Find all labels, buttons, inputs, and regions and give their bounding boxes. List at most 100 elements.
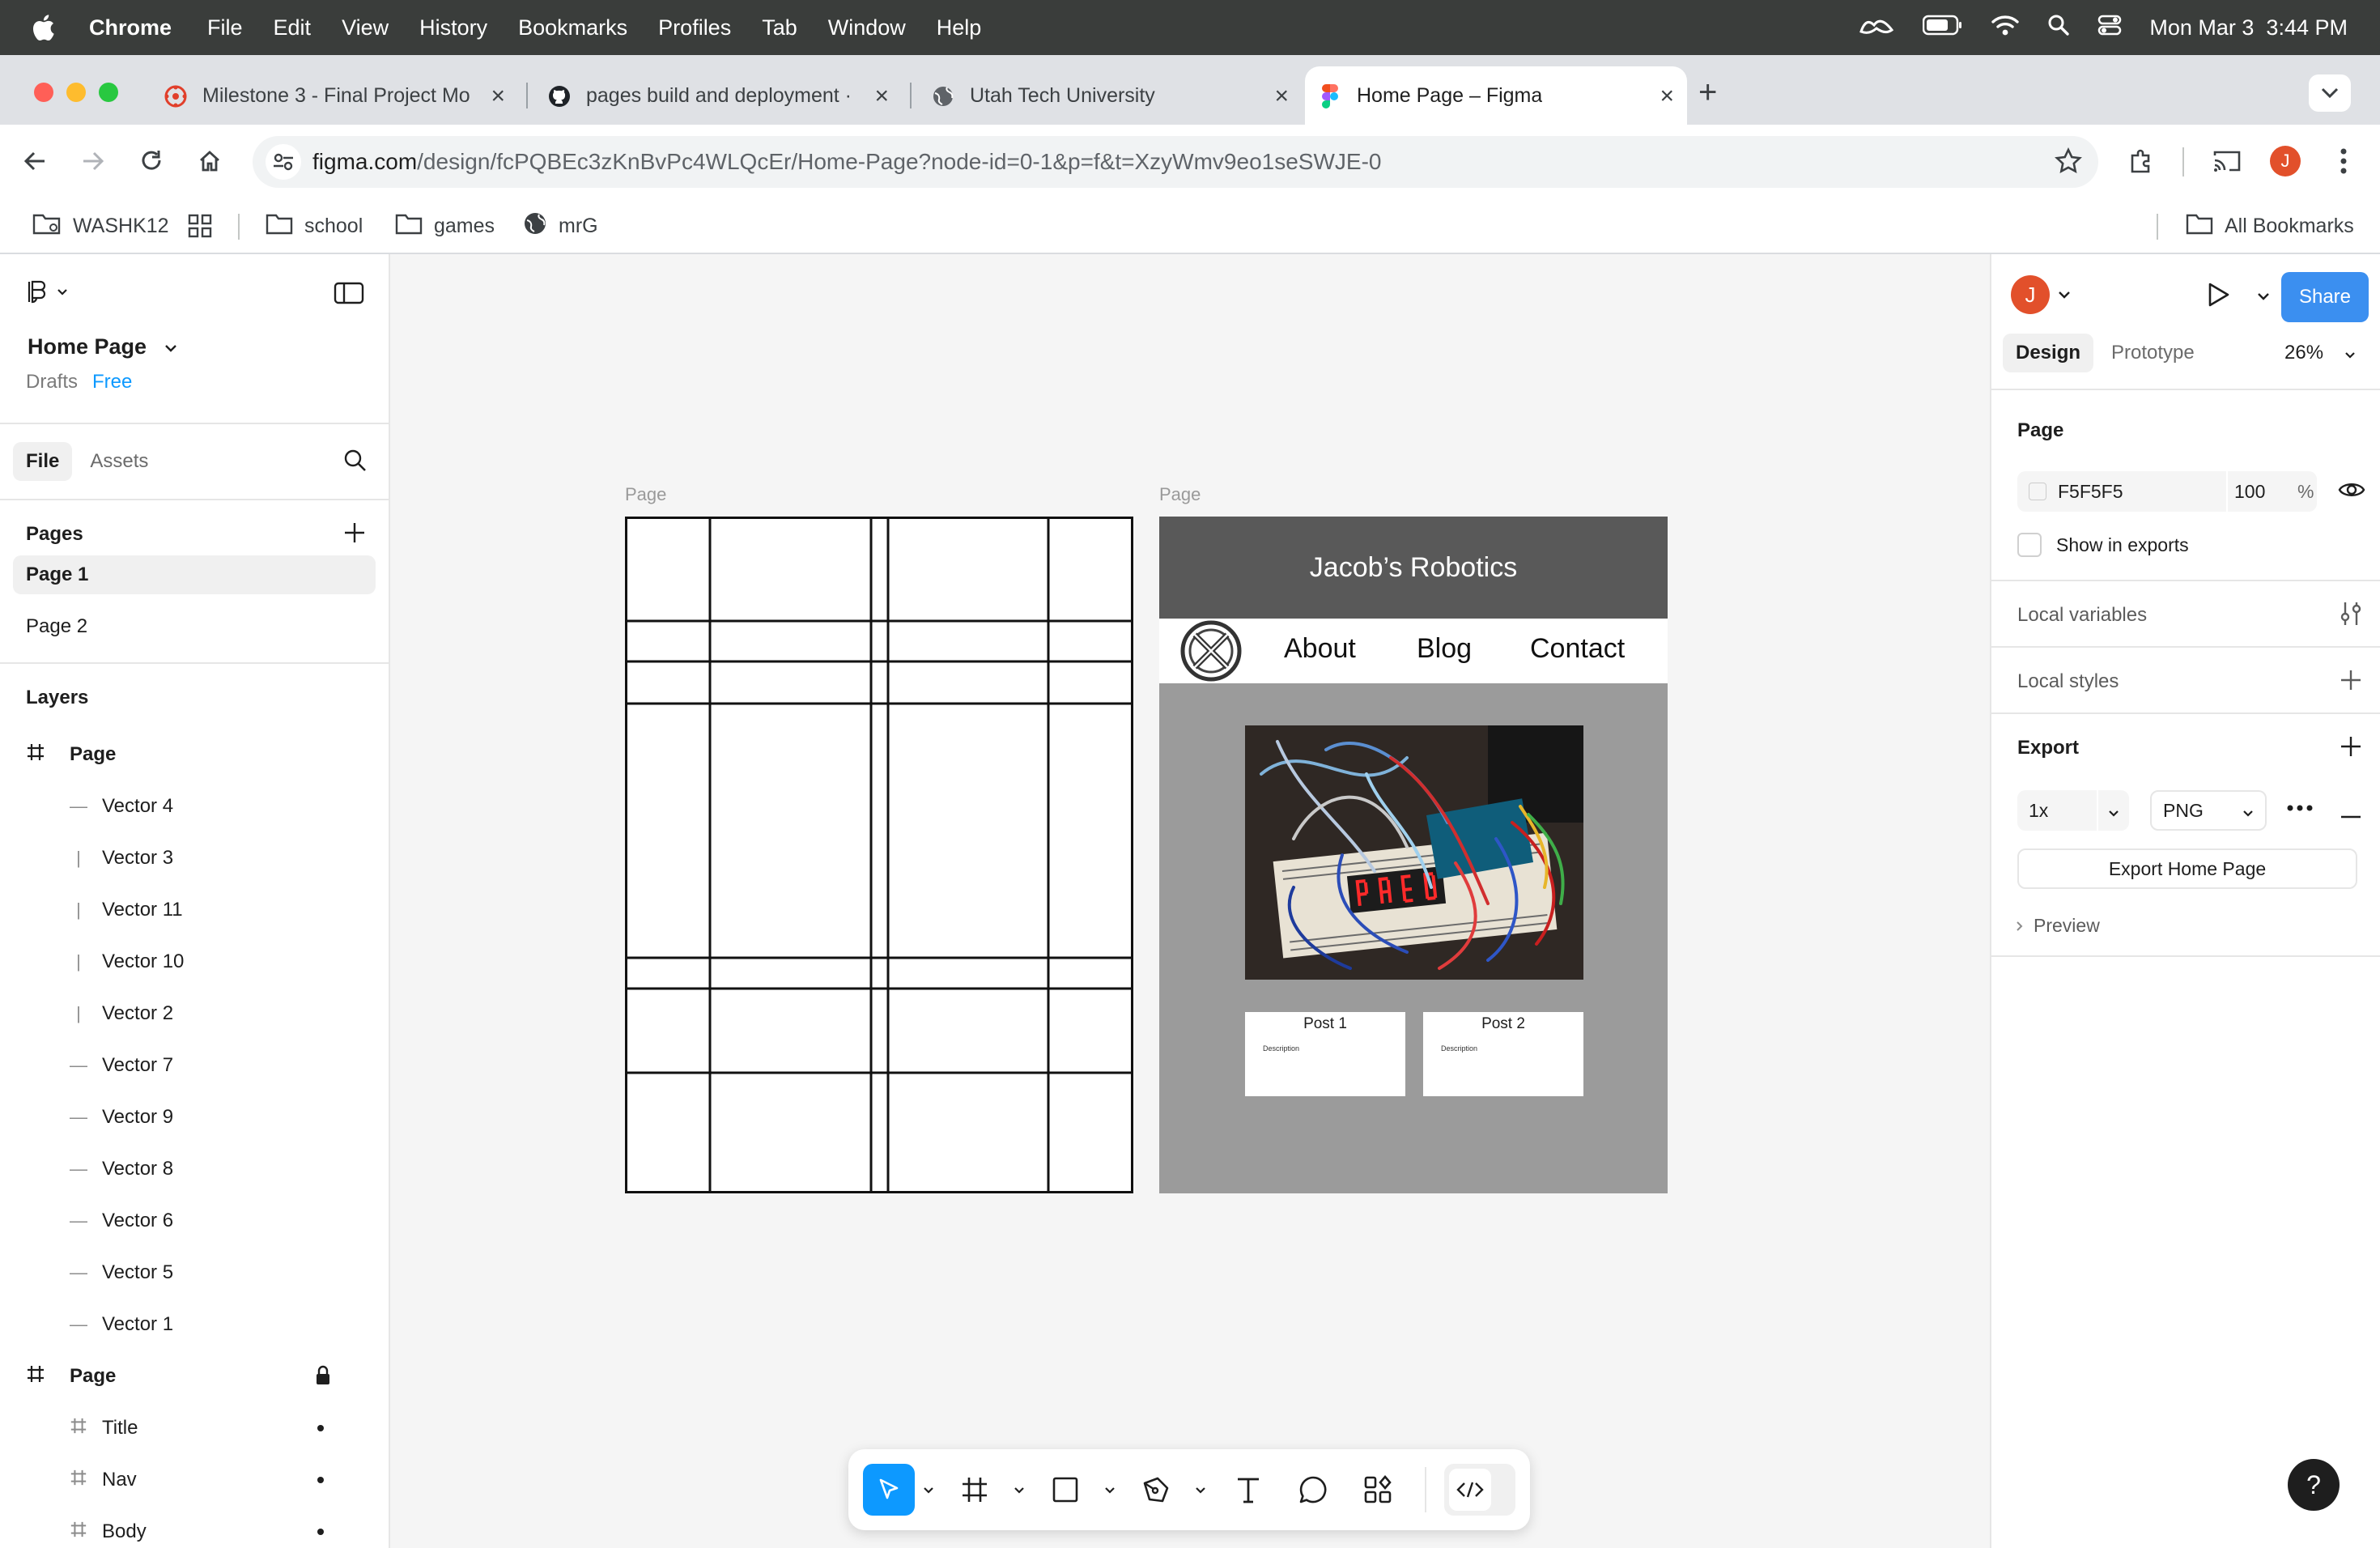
add-page-icon[interactable] xyxy=(343,521,366,550)
move-tool-icon[interactable] xyxy=(863,1464,915,1516)
dev-mode-toggle[interactable] xyxy=(1444,1464,1515,1516)
local-variables-section[interactable]: Local variables xyxy=(1991,581,2380,648)
profile-avatar[interactable]: J xyxy=(2267,142,2304,180)
bookmark-games[interactable]: games xyxy=(395,209,495,243)
page-fill-field[interactable]: F5F5F5 100 % xyxy=(2017,471,2317,512)
tab-figma-home-page[interactable]: Home Page – Figma × xyxy=(1305,66,1687,125)
tab-canvas-milestone[interactable]: Milestone 3 - Final Project Mo × xyxy=(151,66,518,125)
eye-icon[interactable] xyxy=(2338,479,2365,504)
user-avatar-menu[interactable]: J xyxy=(2011,275,2071,314)
preview-toggle[interactable]: Preview xyxy=(2016,915,2100,937)
layer-vector[interactable]: | Vector 10 xyxy=(0,936,389,988)
tab-prototype[interactable]: Prototype xyxy=(2111,342,2195,364)
layer-frame-nav[interactable]: Nav xyxy=(0,1454,389,1506)
frame-tool-icon[interactable] xyxy=(950,1465,999,1514)
variables-settings-icon[interactable] xyxy=(2340,601,2362,631)
add-style-icon[interactable] xyxy=(2340,669,2362,695)
layer-frame-title[interactable]: Title xyxy=(0,1402,389,1454)
remove-export-icon[interactable] xyxy=(2340,808,2362,823)
page-item-page-1[interactable]: Page 1 xyxy=(0,555,389,594)
minimize-window-button[interactable] xyxy=(66,83,86,102)
home-icon[interactable] xyxy=(191,142,228,180)
mockup-frame[interactable]: Jacob’s Robotics About Blog Contact Post… xyxy=(1159,517,1668,1193)
spotlight-search-icon[interactable] xyxy=(2047,14,2070,42)
bookmark-school[interactable]: school xyxy=(266,209,363,243)
actions-tool-icon[interactable] xyxy=(1354,1465,1402,1514)
fill-hex-value[interactable]: F5F5F5 xyxy=(2058,481,2123,503)
control-center-icon[interactable] xyxy=(2097,14,2122,42)
show-in-exports-checkbox[interactable] xyxy=(2017,533,2042,557)
close-tab-icon[interactable]: × xyxy=(1274,83,1289,110)
tab-design[interactable]: Design xyxy=(2003,334,2094,372)
search-icon[interactable] xyxy=(343,449,368,478)
rectangle-tool-icon[interactable] xyxy=(1041,1465,1090,1514)
post-card-2[interactable]: Post 2 Description xyxy=(1423,1012,1583,1096)
layer-frame-page-2[interactable]: Page xyxy=(0,1350,389,1402)
figma-main-menu-icon[interactable] xyxy=(28,280,73,308)
export-scale-select[interactable]: 1x xyxy=(2017,790,2129,831)
apple-icon[interactable] xyxy=(31,14,58,41)
address-bar[interactable]: figma.com/design/fcPQBEc3zKnBvPc4WLQcEr/… xyxy=(253,136,2098,188)
frame-label[interactable]: Page xyxy=(1159,484,1201,505)
creative-cloud-icon[interactable] xyxy=(1858,14,1895,42)
url-text[interactable]: figma.com/design/fcPQBEc3zKnBvPc4WLQcEr/… xyxy=(312,149,1381,175)
chevron-down-icon[interactable] xyxy=(1188,1465,1213,1514)
file-title-row[interactable]: Home Page xyxy=(0,329,389,364)
menu-view[interactable]: View xyxy=(342,15,389,40)
frame-label[interactable]: Page xyxy=(625,484,666,505)
file-name[interactable]: Home Page xyxy=(28,334,147,359)
layer-vector[interactable]: — Vector 9 xyxy=(0,1091,389,1143)
mockup-title-bar[interactable]: Jacob’s Robotics xyxy=(1159,517,1668,619)
new-tab-icon[interactable]: + xyxy=(1698,74,1717,111)
post-card-1[interactable]: Post 1 Description xyxy=(1245,1012,1405,1096)
wireframe-frame[interactable] xyxy=(625,517,1133,1193)
chevron-down-icon[interactable] xyxy=(1098,1465,1122,1514)
menu-edit[interactable]: Edit xyxy=(274,15,312,40)
all-bookmarks[interactable]: All Bookmarks xyxy=(2186,209,2354,243)
chevron-down-icon[interactable] xyxy=(2344,348,2356,363)
comment-tool-icon[interactable] xyxy=(1289,1465,1337,1514)
mockup-nav-bar[interactable]: About Blog Contact xyxy=(1159,619,1668,683)
layer-vector[interactable]: — Vector 6 xyxy=(0,1195,389,1247)
layer-vector[interactable]: — Vector 7 xyxy=(0,1040,389,1091)
help-button[interactable]: ? xyxy=(2288,1459,2340,1511)
close-tab-icon[interactable]: × xyxy=(491,83,505,110)
color-swatch[interactable] xyxy=(2029,483,2046,500)
present-play-icon[interactable] xyxy=(2207,282,2231,312)
tab-github-pages[interactable]: pages build and deployment · × xyxy=(534,66,902,125)
menu-history[interactable]: History xyxy=(419,15,487,40)
menu-file[interactable]: File xyxy=(207,15,243,40)
site-info-icon[interactable] xyxy=(266,144,301,180)
apps-grid-icon[interactable] xyxy=(188,209,212,243)
extensions-icon[interactable] xyxy=(2123,142,2160,180)
bookmark-washk12[interactable]: WASHK12 xyxy=(32,209,169,243)
reload-icon[interactable] xyxy=(133,142,170,180)
back-arrow-icon[interactable] xyxy=(16,142,53,180)
add-export-icon[interactable] xyxy=(2340,735,2362,762)
lock-icon[interactable] xyxy=(314,1365,332,1392)
zoom-level[interactable]: 26% xyxy=(2284,342,2323,364)
close-tab-icon[interactable]: × xyxy=(874,83,889,110)
layer-vector[interactable]: — Vector 5 xyxy=(0,1247,389,1299)
tab-search-chevron-icon[interactable] xyxy=(2309,74,2351,112)
chevron-down-icon[interactable] xyxy=(916,1465,941,1514)
close-tab-icon[interactable]: × xyxy=(1660,83,1674,110)
tab-file[interactable]: File xyxy=(13,442,73,481)
menu-app-name[interactable]: Chrome xyxy=(89,15,172,40)
chevron-down-icon[interactable] xyxy=(1007,1465,1031,1514)
circuit-photo[interactable]: HELO xyxy=(1245,725,1583,980)
chevron-down-icon[interactable] xyxy=(164,335,177,358)
layer-vector[interactable]: | Vector 2 xyxy=(0,988,389,1040)
bookmark-star-icon[interactable] xyxy=(2055,147,2082,179)
layer-vector[interactable]: — Vector 4 xyxy=(0,780,389,832)
close-window-button[interactable] xyxy=(34,83,53,102)
forward-arrow-icon[interactable] xyxy=(74,142,112,180)
chevron-down-icon[interactable] xyxy=(2257,290,2270,304)
layer-frame-page[interactable]: Page xyxy=(0,729,389,780)
drafts-label[interactable]: Drafts xyxy=(26,371,78,393)
chrome-menu-icon[interactable] xyxy=(2325,142,2362,180)
wifi-icon[interactable] xyxy=(1991,14,2020,42)
menu-profiles[interactable]: Profiles xyxy=(658,15,731,40)
menu-tab[interactable]: Tab xyxy=(762,15,797,40)
export-button[interactable]: Export Home Page xyxy=(2017,848,2357,889)
